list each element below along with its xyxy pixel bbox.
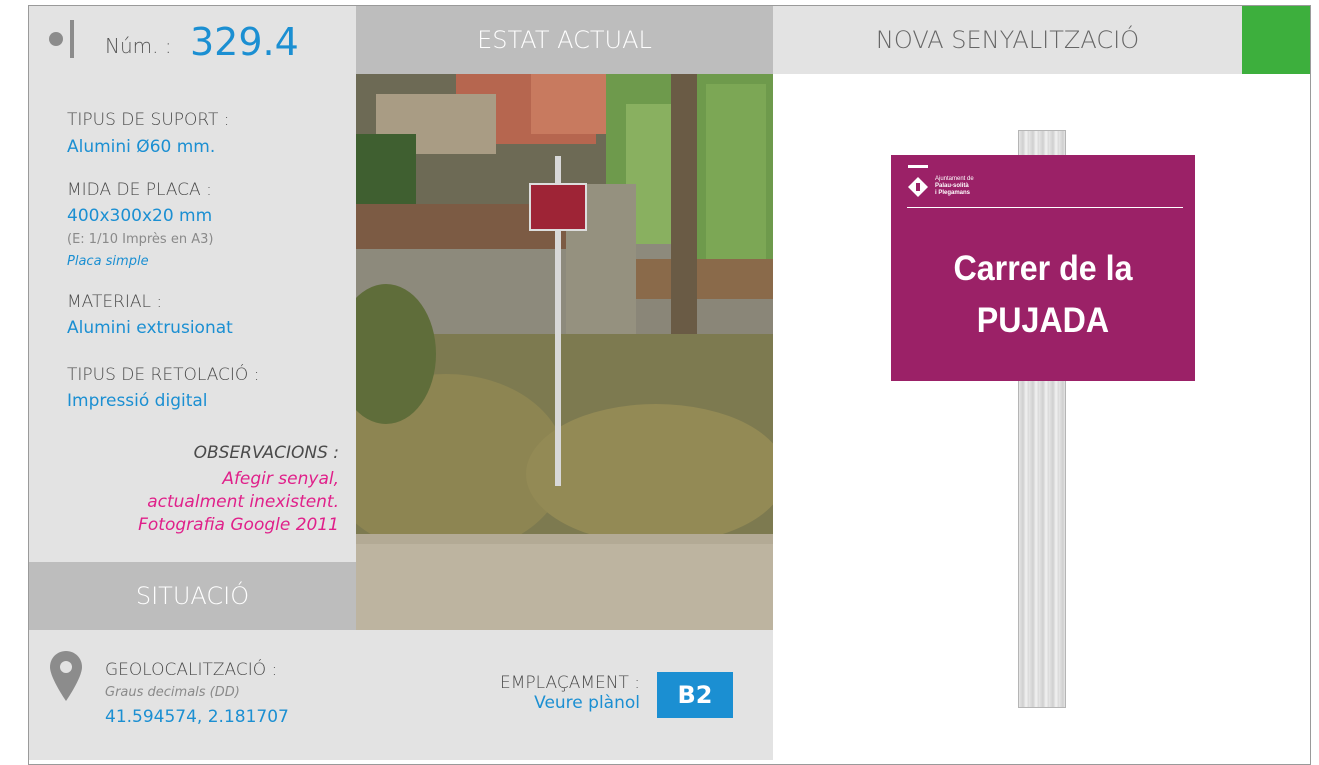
- number-label: Núm. :: [105, 34, 172, 58]
- tipus-suport-value: Alumini Ø60 mm.: [67, 137, 216, 157]
- mida-placa-type: Placa simple: [67, 254, 149, 269]
- tipus-suport-label: TIPUS DE SUPORT :: [67, 110, 230, 130]
- retolacio-value: Impressió digital: [67, 391, 208, 411]
- situacio-header: SITUACIÓ: [29, 562, 356, 630]
- emplacament-block: EMPLAÇAMENT : Veure plànol: [420, 673, 640, 713]
- mida-placa-note: (E: 1/10 Imprès en A3): [67, 232, 214, 247]
- bullet-dot-icon: [49, 32, 63, 46]
- estat-actual-header: ESTAT ACTUAL: [356, 6, 773, 74]
- observacions-label: OBSERVACIONS :: [193, 443, 339, 463]
- divider-bar: [70, 20, 74, 58]
- mida-placa-label: MIDA DE PLACA :: [67, 180, 212, 200]
- emplacament-code-badge: B2: [657, 672, 733, 718]
- coat-of-arms-icon: [908, 165, 928, 197]
- number-value: 329.4: [190, 20, 299, 64]
- observacions-line3: Fotografia Google 2011: [138, 515, 339, 535]
- nova-senyalitzacio-header: NOVA SENYALITZACIÓ: [773, 6, 1242, 74]
- material-label: MATERIAL :: [67, 292, 163, 312]
- sign-divider: [907, 207, 1183, 208]
- observacions-line1: Afegir senyal,: [222, 469, 339, 489]
- geolocalitzacio-note: Graus decimals (DD): [105, 685, 240, 700]
- logo-text: Ajuntament de Palau-solità i Plegamans: [935, 176, 974, 196]
- geolocalitzacio-label: GEOLOCALITZACIÓ :: [105, 660, 278, 680]
- geolocalitzacio-value: 41.594574, 2.181707: [105, 707, 289, 727]
- street-sign: Ajuntament de Palau-solità i Plegamans C…: [891, 155, 1195, 381]
- status-green-block: [1242, 6, 1310, 74]
- map-pin-icon: [50, 651, 82, 701]
- emplacament-value: Veure plànol: [534, 693, 640, 713]
- sign-line1: Carrer de la: [953, 249, 1133, 288]
- mida-placa-value: 400x300x20 mm: [67, 206, 213, 226]
- retolacio-label: TIPUS DE RETOLACIÓ :: [67, 365, 260, 385]
- current-state-photo: [356, 74, 773, 630]
- sign-text: Carrer de la PUJADA: [903, 243, 1183, 347]
- material-value: Alumini extrusionat: [67, 318, 233, 338]
- sign-line2: PUJADA: [976, 301, 1110, 340]
- emplacament-label: EMPLAÇAMENT :: [500, 673, 640, 693]
- observacions-block: OBSERVACIONS : Afegir senyal, actualment…: [40, 443, 339, 553]
- observacions-line2: actualment inexistent.: [147, 492, 339, 512]
